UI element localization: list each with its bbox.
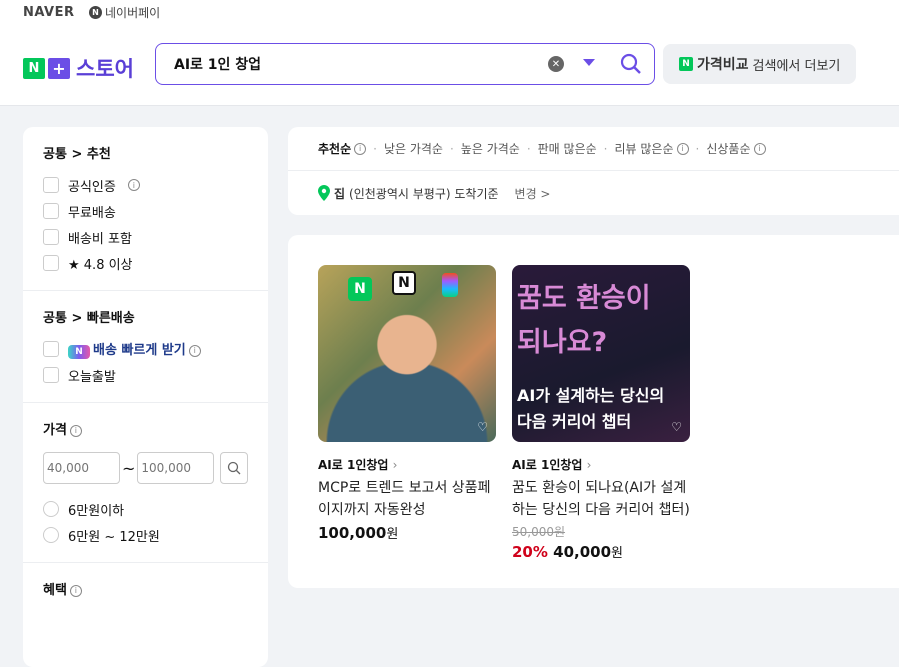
product-image[interactable]: N N ♡ xyxy=(318,265,496,442)
sort-sales[interactable]: 판매 많은순 xyxy=(538,140,597,157)
delivery-location: 집 (인천광역시 부평구) 도착기준 변경 > xyxy=(288,171,899,215)
filter-label: 배송 빠르게 받기 xyxy=(93,343,186,358)
product-price: 40,000 xyxy=(553,543,612,561)
filter-label: 공식인증 xyxy=(68,179,116,195)
checkbox[interactable] xyxy=(43,229,59,245)
npay-icon: N xyxy=(89,6,102,19)
currency: 원 xyxy=(611,546,623,561)
info-icon[interactable]: i xyxy=(753,142,766,155)
sort-newest[interactable]: 신상품순 xyxy=(706,140,750,157)
price-range-option[interactable]: 6만원 ~ 12만원 xyxy=(43,518,248,552)
wishlist-icon[interactable]: ♡ xyxy=(671,420,682,434)
radio[interactable] xyxy=(43,527,59,543)
filter-label: ★ 4.8 이상 xyxy=(68,257,133,273)
logo-text: 스토어 xyxy=(76,57,134,81)
location-address: (인천광역시 부평구) 도착기준 xyxy=(349,186,499,201)
location-name: 집 xyxy=(334,186,346,201)
product-title[interactable]: 꿈도 환승이 되나요(AI가 설계하는 당신의 다음 커리어 챕터) xyxy=(512,477,690,521)
figma-icon xyxy=(442,273,458,297)
sort-recommended[interactable]: 추천순 xyxy=(318,140,351,157)
image-subline: AI가 설계하는 당신의 xyxy=(517,386,665,405)
image-headline: 꿈도 환승이 xyxy=(517,283,651,314)
filter-rating[interactable]: ★ 4.8 이상 xyxy=(43,246,248,280)
sort-low-price[interactable]: 낮은 가격순 xyxy=(384,140,443,157)
product-card[interactable]: N N ♡ AI로 1인창업 › MCP로 트렌드 보고서 상품페이지까지 자동… xyxy=(318,265,496,542)
price-search-button[interactable] xyxy=(220,452,248,484)
image-headline: 되나요? xyxy=(517,327,608,358)
product-title[interactable]: MCP로 트렌드 보고서 상품페이지까지 자동완성 xyxy=(318,477,496,521)
header: NAVER N네이버페이 N+스토어 ✕ N가격비교검색에서 더보기 xyxy=(0,0,899,106)
info-icon[interactable]: i xyxy=(69,584,82,597)
product-image[interactable]: 꿈도 환승이되나요? AI가 설계하는 당신의다음 커리어 챕터 ♡ xyxy=(512,265,690,442)
info-icon[interactable]: i xyxy=(188,344,201,357)
info-icon[interactable]: i xyxy=(676,142,689,155)
filter-section-title: 혜택 xyxy=(43,583,67,598)
npay-label: 네이버페이 xyxy=(105,6,161,20)
compare-text: 검색에서 더보기 xyxy=(752,58,841,74)
info-icon[interactable]: i xyxy=(354,142,367,155)
search-input[interactable] xyxy=(174,56,544,72)
range-label: 6만원 ~ 12만원 xyxy=(68,529,160,545)
discount-rate: 20% xyxy=(512,543,548,561)
product-price: 100,000 xyxy=(318,524,387,542)
filter-label: 오늘출발 xyxy=(68,369,116,385)
filter-today[interactable]: 오늘출발 xyxy=(43,358,248,392)
search-icon[interactable] xyxy=(620,53,642,75)
image-subline: 다음 커리어 챕터 xyxy=(517,412,632,431)
search-box: ✕ xyxy=(155,43,655,85)
checkbox[interactable] xyxy=(43,177,59,193)
chevron-right-icon: › xyxy=(392,458,398,472)
checkbox[interactable] xyxy=(43,255,59,271)
filter-sidebar: 공통 > 추천 공식인증 i 무료배송 배송비 포함 ★ 4.8 이상 공통 > … xyxy=(23,127,268,667)
product-list: N N ♡ AI로 1인창업 › MCP로 트렌드 보고서 상품페이지까지 자동… xyxy=(288,235,899,588)
price-min-input[interactable] xyxy=(43,452,120,484)
checkbox[interactable] xyxy=(43,341,59,357)
price-max-input[interactable] xyxy=(137,452,215,484)
checkbox[interactable] xyxy=(43,203,59,219)
naverpay-link[interactable]: N 네이버페이 xyxy=(89,4,160,21)
compare-brand: 가격비교 xyxy=(697,57,749,73)
sort-high-price[interactable]: 높은 가격순 xyxy=(461,140,520,157)
info-icon[interactable]: i xyxy=(127,179,140,191)
sort-panel: 추천순 i · 낮은 가격순 · 높은 가격순 · 판매 많은순 · 리뷰 많은순 i · 신… xyxy=(288,127,899,215)
chevron-right-icon: › xyxy=(586,458,592,472)
radio[interactable] xyxy=(43,501,59,517)
naver-icon: N xyxy=(348,277,372,301)
filter-section-title: 공통 > 빠른배송 xyxy=(43,311,135,326)
store-name[interactable]: AI로 1인창업 xyxy=(512,458,582,472)
location-pin-icon xyxy=(318,185,330,201)
store-name[interactable]: AI로 1인창업 xyxy=(318,458,388,472)
filter-section-title: 공통 > 추천 xyxy=(43,147,111,162)
search-icon xyxy=(228,461,241,475)
clear-icon[interactable]: ✕ xyxy=(548,56,564,72)
naver-link[interactable]: NAVER xyxy=(23,5,75,20)
filter-section-title: 가격 xyxy=(43,423,67,438)
range-label: 6만원이하 xyxy=(68,503,125,519)
notion-icon: N xyxy=(392,271,416,295)
store-logo[interactable]: N + 스토어 xyxy=(23,53,134,83)
fast-delivery-icon: N xyxy=(68,345,90,359)
tilde: ~ xyxy=(122,458,136,478)
sort-reviews[interactable]: 리뷰 많은순 xyxy=(614,140,673,157)
original-price: 50,000원 xyxy=(512,525,566,539)
filter-label: 배송비 포함 xyxy=(68,231,132,247)
checkbox[interactable] xyxy=(43,367,59,383)
wishlist-icon[interactable]: ♡ xyxy=(477,420,488,434)
price-compare-button[interactable]: N 가격비교 검색에서 더보기 xyxy=(663,44,856,84)
change-location-link[interactable]: 변경 > xyxy=(515,185,551,202)
product-card[interactable]: 꿈도 환승이되나요? AI가 설계하는 당신의다음 커리어 챕터 ♡ AI로 1… xyxy=(512,265,690,561)
currency: 원 xyxy=(386,527,399,542)
dropdown-icon[interactable] xyxy=(583,59,595,66)
filter-label: 무료배송 xyxy=(68,205,116,221)
info-icon[interactable]: i xyxy=(69,424,82,437)
